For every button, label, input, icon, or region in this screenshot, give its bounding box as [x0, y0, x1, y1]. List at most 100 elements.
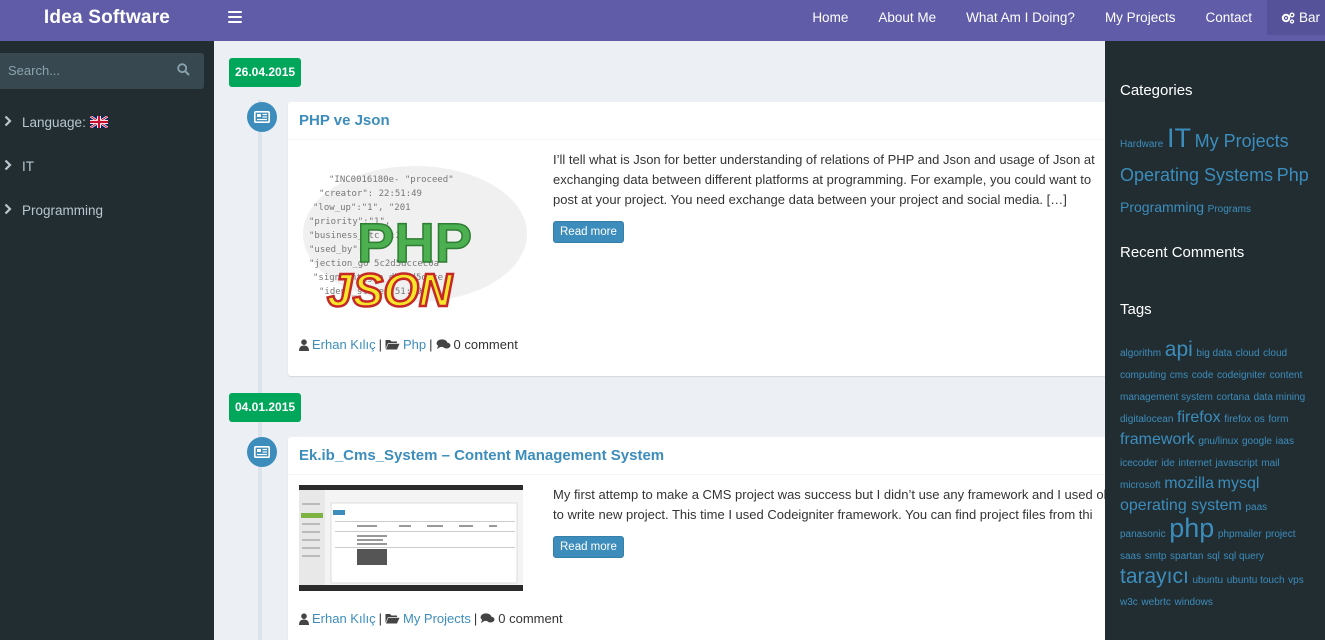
- tag-link[interactable]: firefox: [1177, 409, 1221, 426]
- post-meta: Erhan Kılıç | My Projects | 0 comment: [299, 611, 563, 626]
- tag-link[interactable]: project: [1265, 529, 1295, 540]
- tag-link[interactable]: ubuntu: [1192, 575, 1223, 586]
- brand-logo[interactable]: Idea Software: [0, 0, 214, 41]
- post-thumbnail[interactable]: "INC0016180e- "proceed" "creator": 22:51…: [299, 154, 531, 314]
- tag-link[interactable]: code: [1192, 370, 1214, 381]
- category-link[interactable]: Programming: [1120, 199, 1204, 215]
- post-comments-count[interactable]: 0 comment: [454, 337, 518, 352]
- nav-what-am-i-doing[interactable]: What Am I Doing?: [951, 0, 1090, 35]
- tag-link[interactable]: ubuntu touch: [1227, 575, 1285, 586]
- chevron-right-icon: [0, 115, 22, 130]
- nav-my-projects[interactable]: My Projects: [1090, 0, 1191, 35]
- post-excerpt: My first attemp to make a CMS project wa…: [553, 487, 1107, 522]
- tag-link[interactable]: firefox os: [1224, 414, 1265, 425]
- tag-link[interactable]: mozilla: [1164, 475, 1214, 492]
- recent-comments-heading: Recent Comments: [1120, 244, 1245, 261]
- post-author-link[interactable]: Erhan Kılıç: [312, 611, 376, 626]
- tag-link[interactable]: mysql: [1218, 475, 1260, 492]
- comments-icon: [436, 339, 451, 349]
- separator: |: [378, 337, 382, 352]
- read-more-button[interactable]: Read more: [553, 221, 624, 243]
- tag-link[interactable]: form: [1268, 414, 1288, 425]
- menu-toggle-icon[interactable]: [228, 11, 242, 23]
- post-title[interactable]: Ek.ib_Cms_System – Content Management Sy…: [288, 437, 1128, 475]
- sidebar-item-language[interactable]: Language:: [0, 107, 214, 137]
- uk-flag-icon: [89, 116, 108, 128]
- tag-link[interactable]: spartan: [1170, 551, 1203, 562]
- tag-cloud: algorithm api big data cloud cloud compu…: [1120, 338, 1312, 613]
- search-icon[interactable]: [177, 63, 190, 76]
- category-link[interactable]: My Projects: [1195, 131, 1289, 151]
- tag-link[interactable]: javascript: [1215, 458, 1257, 469]
- tag-link[interactable]: phpmailer: [1218, 529, 1262, 540]
- tag-link[interactable]: api: [1165, 338, 1193, 361]
- tag-link[interactable]: cms: [1170, 370, 1188, 381]
- top-nav-menu: Home About Me What Am I Doing? My Projec…: [797, 0, 1325, 35]
- separator: |: [378, 611, 382, 626]
- nav-home[interactable]: Home: [797, 0, 863, 35]
- tag-link[interactable]: internet: [1178, 458, 1211, 469]
- category-link[interactable]: Php: [1277, 165, 1309, 185]
- tag-link[interactable]: webrtc: [1141, 597, 1170, 608]
- tag-link[interactable]: vps: [1288, 575, 1304, 586]
- tag-link[interactable]: iaas: [1276, 436, 1294, 447]
- category-link[interactable]: Operating Systems: [1120, 165, 1273, 185]
- tag-link[interactable]: icecoder: [1120, 458, 1158, 469]
- tag-link[interactable]: digitalocean: [1120, 414, 1173, 425]
- control-sidebar-toggle[interactable]: Bar: [1266, 0, 1325, 35]
- post-comments-count[interactable]: 0 comment: [498, 611, 562, 626]
- category-link[interactable]: Programs: [1208, 204, 1251, 215]
- post-card: Ek.ib_Cms_System – Content Management Sy…: [288, 437, 1128, 640]
- search-input[interactable]: Search...: [8, 63, 60, 78]
- tag-link[interactable]: framework: [1120, 431, 1195, 448]
- date-badge: 26.04.2015: [229, 58, 302, 87]
- tag-link[interactable]: gnu/linux: [1198, 436, 1238, 447]
- tag-link[interactable]: panasonic: [1120, 529, 1166, 540]
- bar-label: Bar: [1298, 10, 1320, 25]
- tag-link[interactable]: google: [1242, 436, 1272, 447]
- nav-contact[interactable]: Contact: [1190, 0, 1267, 35]
- tag-link[interactable]: mail: [1261, 458, 1279, 469]
- tag-link[interactable]: data mining: [1253, 392, 1305, 403]
- tag-link[interactable]: php: [1169, 513, 1214, 543]
- thumb-json-text: JSON: [327, 264, 453, 314]
- tag-link[interactable]: big data: [1196, 348, 1232, 359]
- svg-text:"creator": 22:51:49: "creator": 22:51:49: [319, 189, 422, 199]
- post-category-link[interactable]: Php: [403, 337, 426, 352]
- category-link[interactable]: IT: [1167, 123, 1191, 153]
- separator: |: [429, 337, 433, 352]
- tag-link[interactable]: sql: [1207, 551, 1220, 562]
- tag-link[interactable]: smtp: [1145, 551, 1167, 562]
- read-more-button[interactable]: Read more: [553, 536, 624, 558]
- category-link[interactable]: Hardware: [1120, 139, 1163, 150]
- tag-link[interactable]: cortana: [1216, 392, 1249, 403]
- gears-icon: [1281, 12, 1295, 24]
- control-sidebar: Categories Hardware IT My Projects Opera…: [1105, 41, 1325, 640]
- nav-about-me[interactable]: About Me: [863, 0, 951, 35]
- post-thumbnail[interactable]: [299, 485, 523, 591]
- tag-link[interactable]: paas: [1245, 502, 1267, 513]
- tag-link[interactable]: sql query: [1223, 551, 1264, 562]
- tag-link[interactable]: codeigniter: [1217, 370, 1266, 381]
- sidebar-item-programming[interactable]: Programming: [0, 195, 214, 225]
- post-category-link[interactable]: My Projects: [403, 611, 471, 626]
- tag-link[interactable]: windows: [1175, 597, 1213, 608]
- tag-link[interactable]: microsoft: [1120, 480, 1161, 491]
- top-navbar: Home About Me What Am I Doing? My Projec…: [214, 0, 1325, 41]
- categories-heading: Categories: [1120, 82, 1193, 99]
- categories-cloud: Hardware IT My Projects Operating System…: [1120, 123, 1312, 225]
- search-field[interactable]: Search...: [0, 53, 204, 89]
- tag-link[interactable]: algorithm: [1120, 348, 1161, 359]
- tag-link[interactable]: operating system: [1120, 497, 1242, 514]
- sidebar-item-it[interactable]: IT: [0, 151, 214, 181]
- newspaper-icon: [247, 102, 277, 132]
- tag-link[interactable]: tarayıcı: [1120, 565, 1189, 588]
- tag-link[interactable]: saas: [1120, 551, 1141, 562]
- post-author-link[interactable]: Erhan Kılıç: [312, 337, 376, 352]
- post-meta: Erhan Kılıç | Php | 0 comment: [299, 337, 518, 352]
- tag-link[interactable]: ide: [1161, 458, 1174, 469]
- post-title[interactable]: PHP ve Json: [288, 102, 1128, 140]
- comments-icon: [480, 613, 495, 623]
- tag-link[interactable]: w3c: [1120, 597, 1138, 608]
- tag-link[interactable]: cloud: [1236, 348, 1260, 359]
